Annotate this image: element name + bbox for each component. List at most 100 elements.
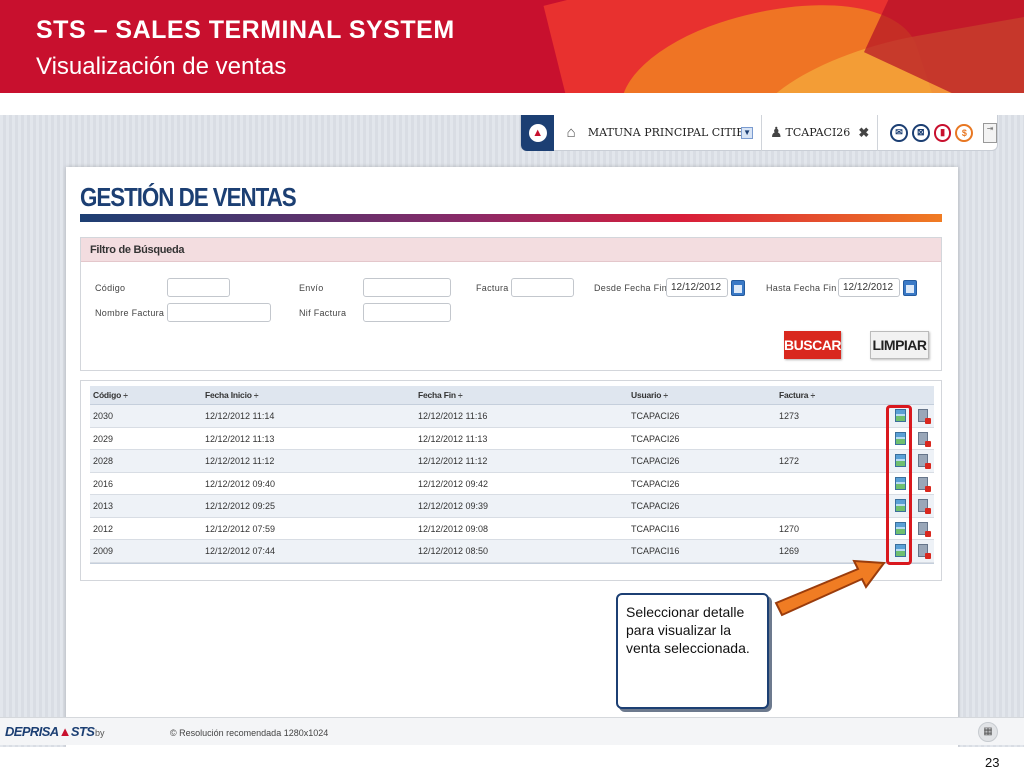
cell-codigo: 2016 (93, 478, 114, 489)
cell-fecha-inicio: 12/12/2012 07:59 (205, 523, 276, 534)
print-icon[interactable]: ⊠ (911, 123, 930, 142)
nif-factura-input[interactable] (363, 303, 451, 322)
delete-icon[interactable] (918, 431, 931, 447)
codigo-label: Código (95, 283, 126, 293)
footer: DEPRISA▲STS by © Resolución recomendada … (0, 717, 1024, 745)
cell-usuario: TCAPACI26 (631, 456, 680, 466)
cell-usuario: TCAPACI26 (631, 411, 680, 421)
delete-icon[interactable] (918, 544, 931, 559)
col-codigo[interactable]: Código ÷ (93, 390, 128, 400)
factura-input[interactable] (511, 278, 574, 297)
col-fecha-fin[interactable]: Fecha Fin ÷ (418, 390, 463, 400)
cell-fecha-inicio: 12/12/2012 09:25 (205, 501, 276, 511)
title-divider (80, 214, 942, 222)
cell-codigo: 2030 (93, 411, 114, 421)
cell-fecha-fin: 12/12/2012 11:13 (418, 433, 488, 444)
nombre-factura-label: Nombre Factura (95, 308, 165, 318)
sales-panel: GESTIÓN DE VENTAS Filtro de Búsqueda Cód… (66, 167, 958, 747)
cell-fecha-inicio: 12/12/2012 11:13 (205, 433, 275, 444)
cell-codigo: 2028 (93, 456, 114, 466)
exit-icon[interactable]: ⇥ (983, 122, 997, 143)
nif-factura-label: Nif Factura (299, 308, 347, 318)
delete-icon[interactable] (918, 521, 931, 537)
cell-fecha-fin: 12/12/2012 11:12 (418, 456, 488, 466)
cell-fecha-inicio: 12/12/2012 09:40 (205, 478, 276, 489)
cell-factura: 1273 (779, 411, 800, 421)
table-row[interactable]: 2013 12/12/2012 09:25 12/12/2012 09:39 TCAP… (90, 495, 934, 518)
page-title: GESTIÓN DE VENTAS (80, 182, 297, 212)
calendar-icon[interactable] (903, 280, 917, 296)
by-label: by (95, 728, 105, 738)
cell-codigo: 2029 (93, 433, 114, 444)
messages-icon[interactable]: ✉ (890, 123, 908, 142)
cell-usuario: TCAPACI16 (631, 523, 680, 534)
col-usuario[interactable]: Usuario ÷ (631, 390, 668, 400)
clear-button[interactable]: LIMPIAR (870, 331, 929, 359)
col-factura[interactable]: Factura ÷ (779, 390, 815, 400)
table-row[interactable]: 2016 12/12/2012 09:40 12/12/2012 09:42 TCAP… (90, 472, 934, 495)
chevron-down-icon[interactable]: ▼ (741, 126, 753, 139)
col-fecha-inicio[interactable]: Fecha Inicio ÷ (205, 390, 259, 400)
cell-factura: 1270 (779, 523, 800, 534)
results-panel: Código ÷ Fecha Inicio ÷ Fecha Fin ÷ Usua… (80, 380, 942, 581)
search-button[interactable]: BUSCAR (784, 331, 841, 359)
dollar-icon[interactable]: $ (955, 123, 974, 142)
desde-fecha-input[interactable]: 12/12/2012 (666, 278, 728, 297)
user-icon: ♟ (769, 124, 783, 140)
pointer-arrow (774, 559, 886, 617)
cell-fecha-inicio: 12/12/2012 07:44 (205, 546, 276, 556)
cell-codigo: 2013 (93, 501, 114, 511)
cell-fecha-inicio: 12/12/2012 11:14 (205, 411, 275, 421)
sales-table: Código ÷ Fecha Inicio ÷ Fecha Fin ÷ Usua… (90, 386, 934, 571)
callout-box: Seleccionar detalle para visualizar la v… (616, 593, 769, 709)
slide-subtitle: Visualización de ventas (36, 53, 287, 80)
grid-menu-icon[interactable]: ▦ (978, 722, 998, 742)
home-icon[interactable]: ⌂ (558, 124, 584, 141)
codigo-input[interactable] (167, 278, 230, 297)
app-logo-button[interactable]: ▲ (521, 115, 555, 151)
table-row[interactable]: 2012 12/12/2012 07:59 12/12/2012 09:08 TCAP… (90, 517, 934, 540)
nombre-factura-input[interactable] (167, 303, 271, 322)
calendar-icon[interactable] (731, 280, 745, 296)
table-row[interactable]: 2028 12/12/2012 11:12 12/12/2012 11:12 TCAP… (90, 450, 934, 473)
delete-icon[interactable] (918, 409, 931, 424)
hasta-fecha-label: Hasta Fecha Fin (766, 283, 837, 293)
resolution-note: © Resolución recomendada 1280x1024 (170, 728, 329, 738)
cell-fecha-inicio: 12/12/2012 11:12 (205, 456, 275, 466)
app-screenshot: ▲ ⌂ MATUNA PRINCIPAL CITIBAN ▼ ♟ TCAPACI… (0, 115, 1024, 747)
envio-input[interactable] (363, 278, 451, 297)
close-icon[interactable]: ✖ (858, 125, 869, 141)
slide-header: STS – SALES TERMINAL SYSTEM Visualizació… (0, 0, 1024, 93)
table-header: Código ÷ Fecha Inicio ÷ Fecha Fin ÷ Usua… (90, 386, 934, 405)
page-number: 23 (985, 755, 1000, 770)
table-row[interactable]: 2030 12/12/2012 11:14 12/12/2012 11:16 TCAP… (90, 405, 934, 428)
cell-fecha-fin: 12/12/2012 09:08 (418, 523, 489, 534)
delete-icon[interactable] (918, 476, 931, 492)
envio-label: Envío (299, 283, 324, 293)
filter-header: Filtro de Búsqueda (81, 238, 941, 262)
cell-fecha-fin: 12/12/2012 08:50 (418, 546, 489, 556)
hasta-fecha-input[interactable]: 12/12/2012 (838, 278, 900, 297)
cell-usuario: TCAPACI16 (631, 546, 680, 556)
delete-icon[interactable] (918, 499, 931, 514)
cell-codigo: 2012 (93, 523, 114, 534)
cell-fecha-fin: 12/12/2012 11:16 (418, 411, 488, 421)
cell-usuario: TCAPACI26 (631, 433, 680, 444)
table-row[interactable]: 2029 12/12/2012 11:13 12/12/2012 11:13 TCAP… (90, 427, 934, 450)
cell-factura: 1272 (779, 456, 800, 466)
brand-logo: DEPRISA▲STS (5, 724, 95, 739)
top-bar: ▲ ⌂ MATUNA PRINCIPAL CITIBAN ▼ ♟ TCAPACI… (520, 115, 998, 151)
cell-fecha-fin: 12/12/2012 09:39 (418, 501, 489, 511)
cell-codigo: 2009 (93, 546, 114, 556)
detail-column-highlight (886, 405, 912, 565)
slide-title: STS – SALES TERMINAL SYSTEM (36, 16, 455, 44)
search-filter: Filtro de Búsqueda Código Envío Factura … (80, 237, 942, 371)
desde-fecha-label: Desde Fecha Fin (594, 283, 668, 293)
branch-selector[interactable]: MATUNA PRINCIPAL CITIBAN (588, 126, 741, 139)
current-user: TCAPACI26 (785, 126, 851, 139)
factura-label: Factura (476, 283, 509, 293)
delete-icon[interactable] (918, 454, 931, 469)
cell-usuario: TCAPACI26 (631, 501, 680, 511)
lock-icon[interactable]: ▮ (933, 123, 952, 142)
cell-usuario: TCAPACI26 (631, 478, 680, 489)
